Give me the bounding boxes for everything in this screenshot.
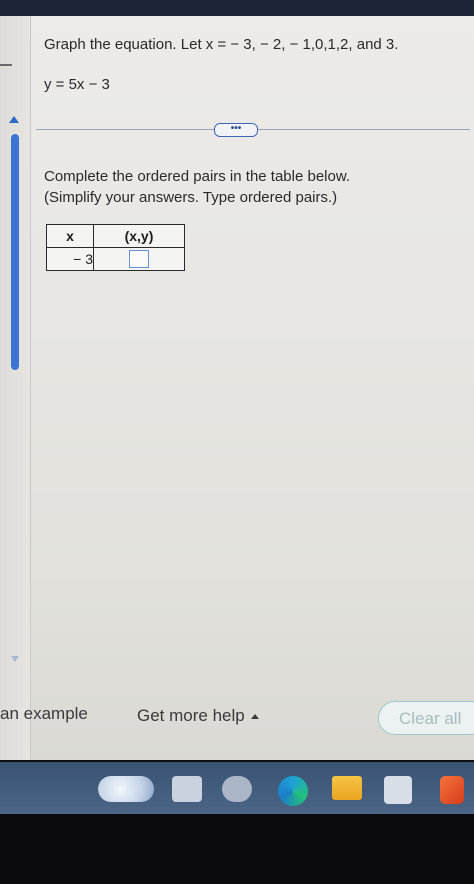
answer-input[interactable] [129,250,149,269]
scroll-up-arrow-icon[interactable] [9,116,19,123]
store-icon[interactable] [384,776,412,804]
instructions-line-2: (Simplify your answers. Type ordered pai… [44,189,338,206]
clear-all-button[interactable]: Clear all [378,701,474,735]
expand-button[interactable]: ••• [214,123,258,137]
screen-bezel [0,814,474,884]
ordered-pairs-table: x (x,y) − 3 [46,224,185,271]
scroll-down-arrow-icon[interactable] [11,656,19,662]
equation: y = 5x − 3 [44,76,110,93]
header-x: x [46,224,94,248]
caret-up-icon [250,714,259,720]
header-xy: (x,y) [93,224,185,248]
scrollbar-thumb[interactable] [11,134,19,370]
file-explorer-icon[interactable] [332,776,362,800]
view-example-link[interactable]: an example [0,704,88,724]
table-header-row: x (x,y) [46,224,185,248]
edge-browser-icon[interactable] [278,776,308,806]
table-row: − 3 [46,247,185,271]
left-rail [0,16,31,760]
instructions: Complete the ordered pairs in the table … [44,166,350,208]
instructions-line-1: Complete the ordered pairs in the table … [44,168,351,185]
get-more-help-label: Get more help [137,706,245,725]
question-prompt: Graph the equation. Let x = − 3, − 2, − … [44,36,399,53]
x-value-cell: − 3 [46,247,94,271]
get-more-help-link[interactable]: Get more help [137,706,259,726]
search-icon[interactable] [172,776,202,802]
weather-icon[interactable] [98,776,154,802]
rail-marker [0,64,12,66]
chat-icon[interactable] [222,776,252,802]
xy-answer-cell [93,247,185,271]
office-icon[interactable] [440,776,464,804]
